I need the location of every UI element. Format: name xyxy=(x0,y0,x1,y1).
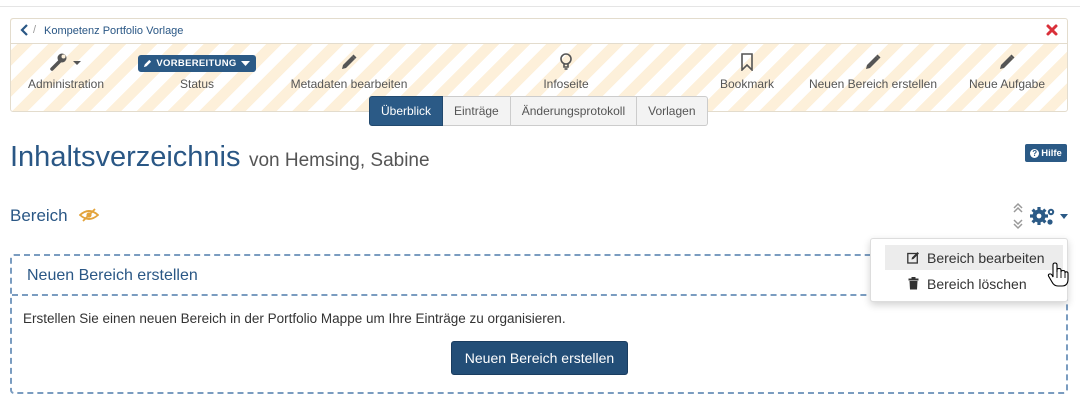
close-icon[interactable] xyxy=(1045,23,1059,37)
tab-changelog[interactable]: Änderungsprotokoll xyxy=(510,96,638,126)
lightbulb-icon xyxy=(560,53,572,70)
menu-item-edit-label: Bereich bearbeiten xyxy=(927,249,1045,266)
breadcrumb-separator: / xyxy=(33,24,37,36)
breadcrumb: / Kompetenz Portfolio Vorlage xyxy=(11,19,1067,44)
help-label: Hilfe xyxy=(1041,147,1062,159)
pencil-icon xyxy=(1000,54,1015,69)
menu-item-delete-label: Bereich löschen xyxy=(927,275,1027,292)
menu-item-delete-section[interactable]: Bereich löschen xyxy=(885,271,1063,296)
bookmark-icon xyxy=(741,53,753,71)
status-badge-text: VORBEREITUNG xyxy=(156,58,237,69)
view-tabs: Überblick Einträge Änderungsprotokoll Vo… xyxy=(369,96,708,126)
status-button[interactable]: VORBEREITUNG Status xyxy=(137,49,257,91)
question-icon: ? xyxy=(1030,148,1040,158)
breadcrumb-link[interactable]: Kompetenz Portfolio Vorlage xyxy=(44,25,183,37)
page-title-main: Inhaltsverzeichnis xyxy=(10,141,241,173)
new-section-description: Erstellen Sie einen neuen Bereich in der… xyxy=(23,311,566,326)
edit-metadata-label: Metadaten bearbeiten xyxy=(290,77,408,91)
menu-item-edit-section[interactable]: Bereich bearbeiten xyxy=(885,245,1063,270)
pencil-icon xyxy=(144,59,152,68)
gears-icon[interactable] xyxy=(1030,205,1070,227)
status-badge[interactable]: VORBEREITUNG xyxy=(138,55,256,72)
chevron-left-icon[interactable] xyxy=(18,23,32,37)
tab-overview[interactable]: Überblick xyxy=(369,96,444,126)
section-actions-menu: Bereich bearbeiten Bereich löschen xyxy=(870,238,1068,302)
help-button[interactable]: ? Hilfe xyxy=(1025,144,1067,162)
administration-button[interactable]: Administration xyxy=(24,49,108,91)
trash-icon xyxy=(908,277,919,290)
page-title-owner: von Hemsing, Sabine xyxy=(248,150,430,171)
new-section-toolbar-label: Neuen Bereich erstellen xyxy=(808,77,938,91)
section-title: Bereich xyxy=(10,206,68,225)
tab-templates[interactable]: Vorlagen xyxy=(637,96,708,126)
move-up-down-icon[interactable] xyxy=(1012,201,1024,231)
page-title: Inhaltsverzeichnis von Hemsing, Sabine xyxy=(10,141,430,174)
create-section-button[interactable]: Neuen Bereich erstellen xyxy=(451,341,628,375)
infopage-button[interactable]: Infoseite xyxy=(536,49,596,91)
bookmark-button[interactable]: Bookmark xyxy=(714,49,780,91)
pencil-icon xyxy=(342,54,357,69)
caret-down-icon xyxy=(240,60,250,66)
pencil-icon xyxy=(866,54,881,69)
new-task-label: Neue Aufgabe xyxy=(968,77,1046,91)
status-label: Status xyxy=(179,77,215,91)
edit-metadata-button[interactable]: Metadaten bearbeiten xyxy=(284,49,414,91)
wrench-icon xyxy=(50,53,81,71)
administration-label: Administration xyxy=(27,77,105,91)
hand-cursor-icon xyxy=(1047,262,1069,287)
bookmark-label: Bookmark xyxy=(719,77,775,91)
tab-entries[interactable]: Einträge xyxy=(443,96,511,126)
eye-slash-icon[interactable] xyxy=(79,207,99,223)
infopage-label: Infoseite xyxy=(543,77,589,91)
edit-icon xyxy=(907,252,919,264)
top-divider xyxy=(0,6,1080,7)
new-section-toolbar-button[interactable]: Neuen Bereich erstellen xyxy=(804,49,942,91)
new-task-button[interactable]: Neue Aufgabe xyxy=(965,49,1049,91)
new-section-title: Neuen Bereich erstellen xyxy=(27,267,198,284)
